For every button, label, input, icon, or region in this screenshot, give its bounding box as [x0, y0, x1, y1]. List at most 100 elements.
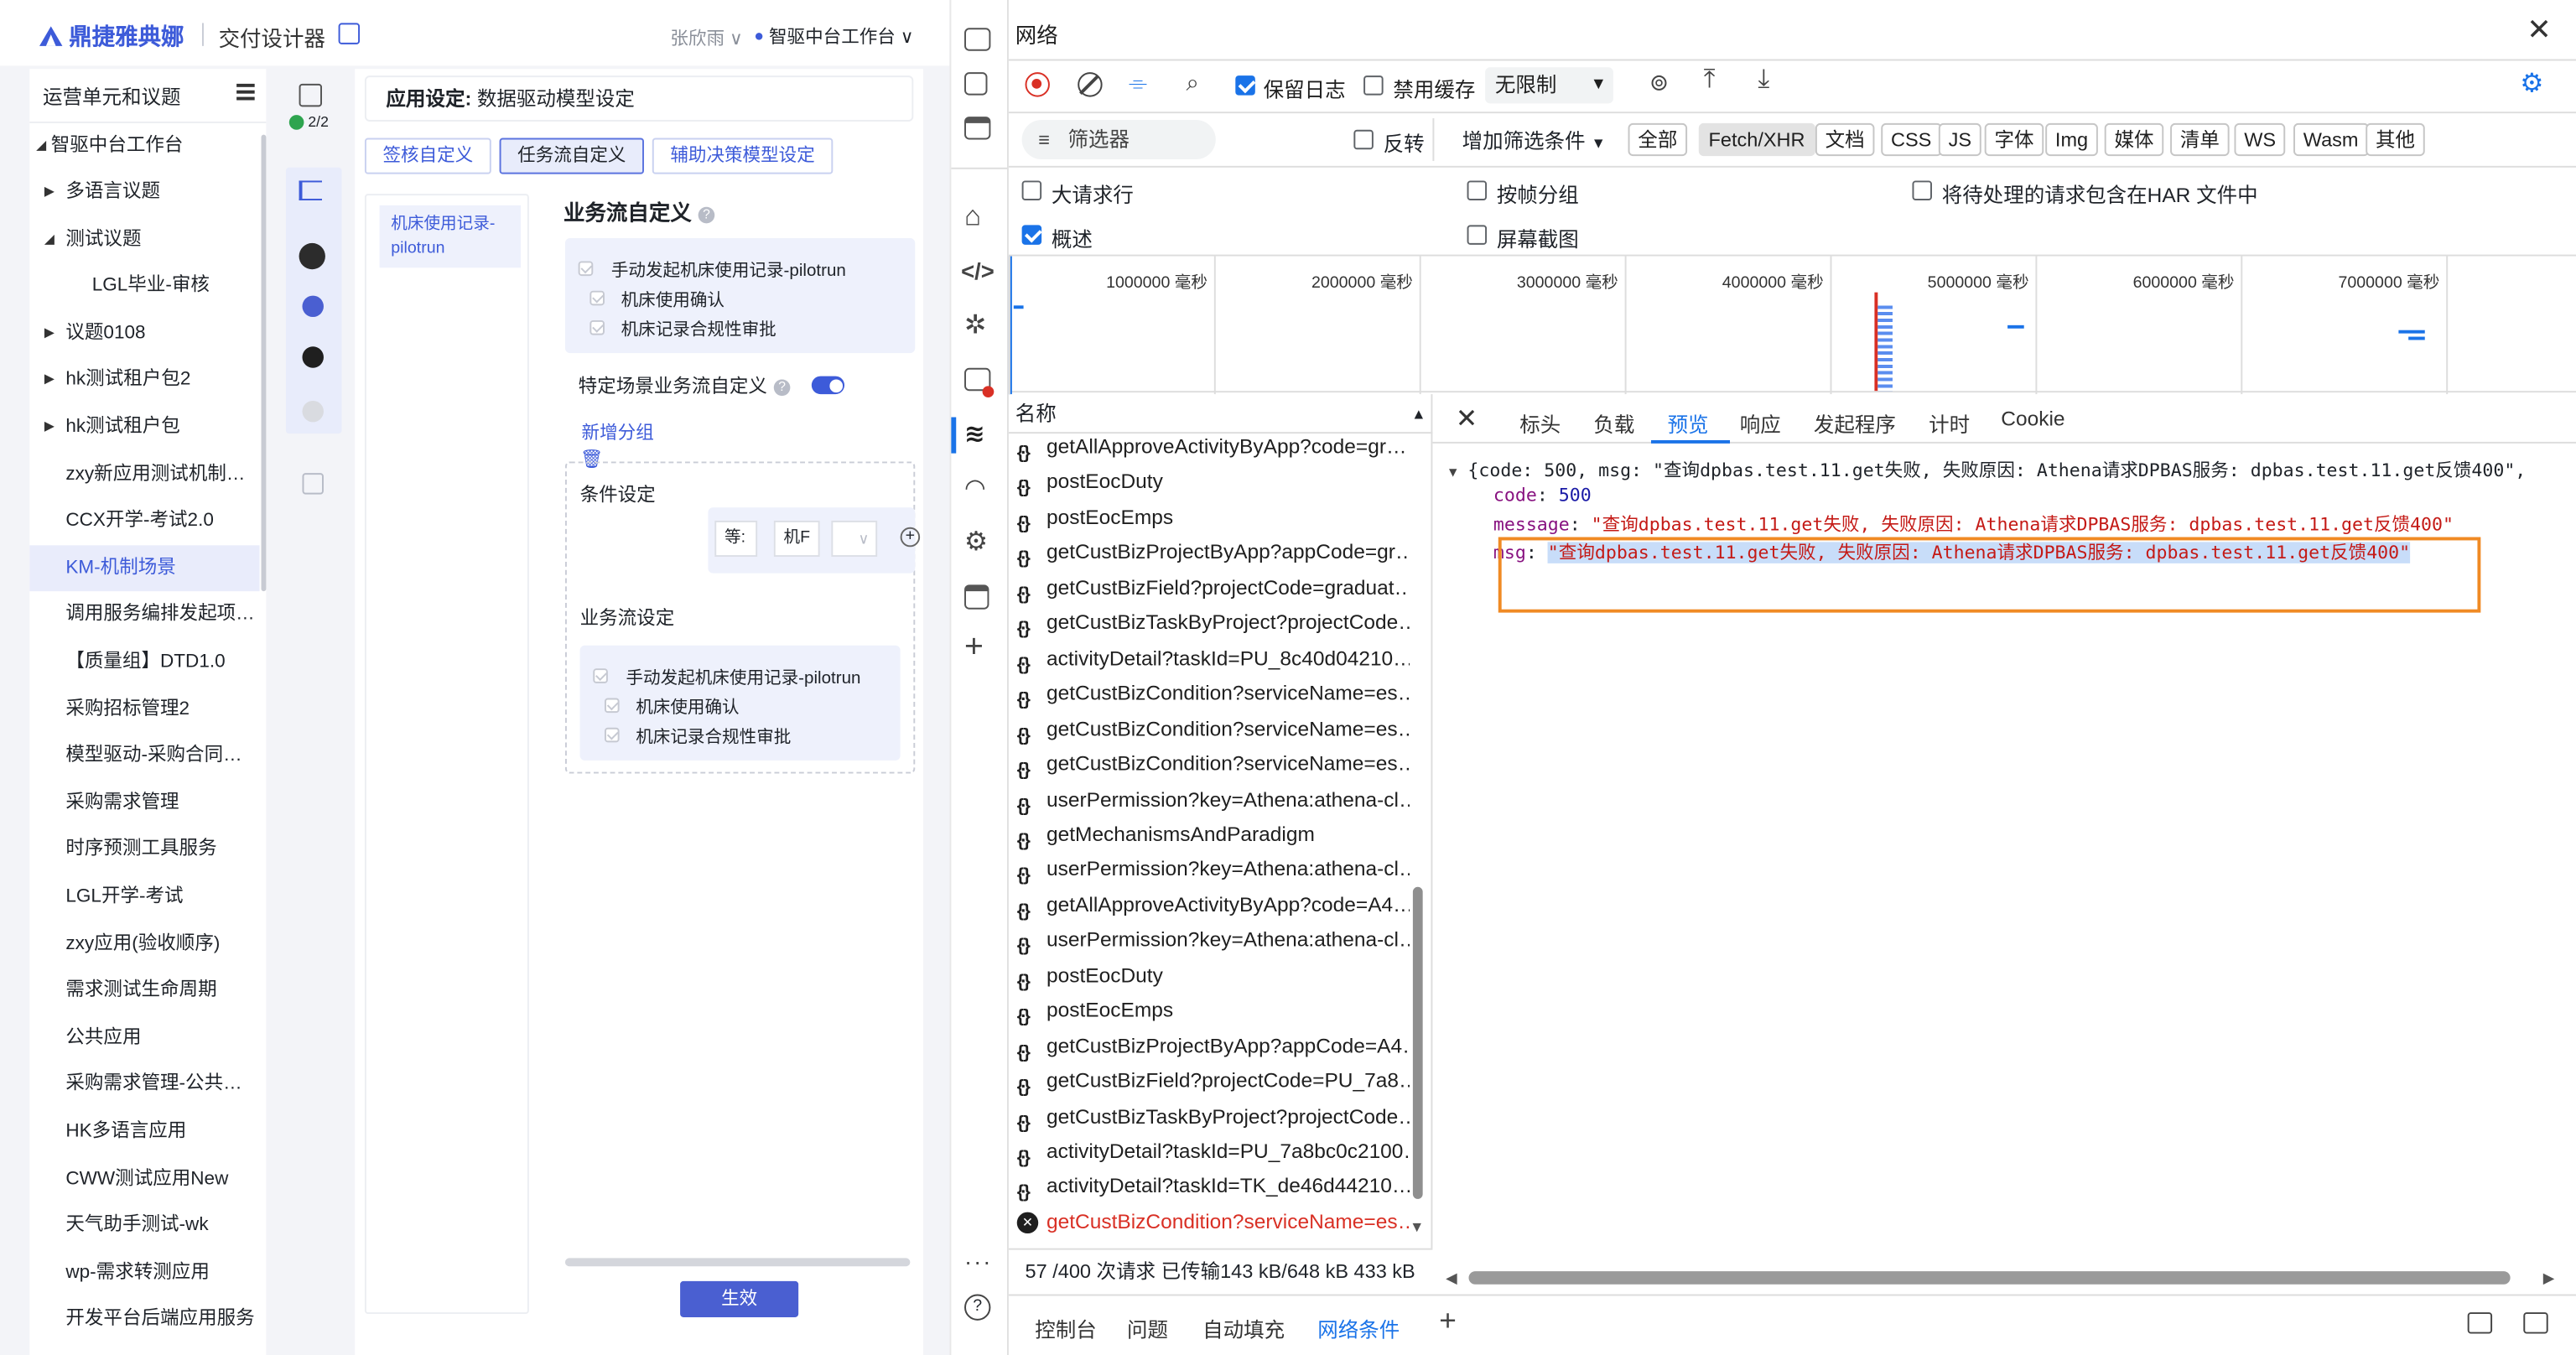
drawer-tab-2[interactable]: 自动填充	[1202, 1312, 1285, 1343]
sidebar-root-item[interactable]: ◢ 智驱中台工作台	[29, 123, 259, 169]
doc-icon[interactable]	[302, 473, 324, 495]
workspace-dropdown[interactable]: ● 智驱中台工作台 ∨	[754, 23, 913, 49]
request-row[interactable]: {·} getCustBizField?projectCode=PU_7a8…	[1009, 1064, 1410, 1099]
detail-tab-5[interactable]: 计时	[1929, 408, 1970, 439]
apply-button[interactable]: 生效	[680, 1280, 799, 1317]
operator-select[interactable]: 等:	[714, 520, 758, 558]
sidebar-item[interactable]: LGL毕业-审核	[29, 263, 259, 309]
sidebar-item[interactable]: 开发平台后端应用服务	[29, 1296, 259, 1342]
drawer-tab-3[interactable]: 网络条件	[1317, 1312, 1400, 1343]
detail-tab-4[interactable]: 发起程序	[1814, 408, 1896, 439]
request-row[interactable]: {·} getCustBizTaskByProject?projectCode…	[1009, 1100, 1410, 1135]
request-list-scrollbar[interactable]	[1412, 886, 1423, 1199]
wifi-icon[interactable]: ≋	[964, 418, 985, 448]
sidebar-item[interactable]: 公共应用	[29, 1015, 259, 1061]
value-select[interactable]: ∨	[831, 520, 878, 558]
request-row[interactable]: ✕ getCustBizCondition?serviceName=es…	[1009, 1206, 1410, 1241]
add-group-link[interactable]: 新增分组	[582, 418, 654, 444]
bug-icon[interactable]: ✲	[964, 309, 986, 341]
detail-scrollbar[interactable]	[1468, 1271, 2511, 1285]
overview-checkbox[interactable]	[1021, 225, 1042, 245]
check-circle-icon[interactable]	[302, 346, 324, 368]
app-logo[interactable]: 鼎捷雅典娜	[39, 20, 184, 53]
sidebar-item[interactable]: 模型驱动-采购合同…	[29, 733, 259, 779]
close-detail-icon[interactable]: ✕	[1456, 402, 1478, 435]
screenshot-icon[interactable]	[964, 72, 988, 96]
request-row[interactable]: {·} postEocDuty	[1009, 958, 1410, 994]
settings-gear-icon[interactable]: ⚙	[2520, 67, 2543, 100]
big-rows-checkbox[interactable]	[1021, 180, 1042, 200]
request-row[interactable]: {·} getCustBizProjectByApp?appCode=A4…	[1009, 1029, 1410, 1064]
json-code-row[interactable]: code: 500	[1493, 485, 1592, 506]
sidebar-item[interactable]: 采购需求管理-公共…	[29, 1062, 259, 1108]
code-icon[interactable]: </>	[961, 258, 995, 284]
list-icon[interactable]	[338, 23, 361, 44]
menu-icon[interactable]	[236, 83, 255, 101]
sidebar-item[interactable]: wp-需求转测应用	[29, 1249, 259, 1295]
sidebar-item[interactable]: zxy新应用测试机制…	[29, 451, 259, 497]
expand-drawer-icon[interactable]	[2523, 1312, 2548, 1334]
disable-cache-checkbox[interactable]	[1363, 75, 1384, 96]
sidebar-item[interactable]: 时序预测工具服务	[29, 827, 259, 873]
type-filter-1[interactable]: Fetch/XHR	[1698, 122, 1815, 157]
name-column-header[interactable]: 名称 ▲	[1008, 394, 1433, 434]
upload-icon[interactable]: ⤒	[1704, 65, 1716, 95]
more-filters-dropdown[interactable]: 增加筛选条件 ▼	[1462, 123, 1606, 154]
more-icon[interactable]: ···	[964, 1249, 992, 1275]
qr-icon[interactable]	[299, 83, 322, 107]
application-icon[interactable]	[964, 584, 989, 610]
window-icon[interactable]	[964, 117, 991, 140]
detail-tab-0[interactable]: 标头	[1519, 408, 1561, 439]
drawer-tab-1[interactable]: 问题	[1127, 1312, 1168, 1343]
sidebar-item[interactable]: ▶ 议题0108	[29, 310, 259, 356]
help-icon[interactable]: ?	[773, 379, 791, 397]
type-filter-7[interactable]: 媒体	[2104, 122, 2164, 157]
type-filter-6[interactable]: Img	[2045, 122, 2098, 157]
tab-1[interactable]: 任务流自定义	[499, 138, 644, 174]
type-filter-8[interactable]: 清单	[2170, 122, 2230, 157]
clear-icon[interactable]	[1078, 72, 1103, 97]
fetch-filter-icon[interactable]: ⌯	[1129, 69, 1147, 96]
invert-checkbox[interactable]	[1353, 129, 1374, 150]
request-row[interactable]: {·} activityDetail?taskId=TK_de46d44210…	[1009, 1171, 1410, 1206]
detail-tab-2[interactable]: 预览	[1668, 408, 1709, 439]
equal-circle-icon[interactable]	[299, 242, 325, 270]
detail-tab-6[interactable]: Cookie	[2001, 408, 2064, 430]
request-row[interactable]: {·} getCustBizTaskByProject?projectCode…	[1009, 606, 1410, 641]
dock-icon[interactable]	[2467, 1312, 2493, 1334]
group-by-frame-checkbox[interactable]	[1467, 180, 1488, 200]
sidebar-item[interactable]: 天气助手测试-wk	[29, 1202, 259, 1249]
special-flow-toggle[interactable]	[811, 376, 845, 395]
sidebar-item[interactable]: zxy应用(验收顺序)	[29, 921, 259, 967]
preserve-log-checkbox[interactable]	[1235, 75, 1255, 96]
tab-2[interactable]: 辅助决策模型设定	[652, 138, 834, 174]
detail-tab-1[interactable]: 负载	[1593, 408, 1634, 439]
gear-icon[interactable]: ⚙	[964, 526, 988, 558]
request-row[interactable]: {·} userPermission?key=Athena:athena-cl…	[1009, 923, 1410, 958]
screenshots-checkbox[interactable]	[1467, 225, 1488, 245]
chart-circle-icon[interactable]	[302, 295, 324, 318]
record-icon[interactable]	[1025, 72, 1050, 97]
sidebar-item[interactable]: 采购招标管理2	[29, 686, 259, 732]
request-row[interactable]: {·} postEocDuty	[1009, 465, 1410, 501]
help-icon[interactable]: ?	[964, 1294, 991, 1321]
scroll-down-icon[interactable]: ▼	[1410, 1218, 1424, 1235]
sidebar-item[interactable]: CWW测试应用New	[29, 1155, 259, 1202]
request-row[interactable]: {·} postEocEmps	[1009, 501, 1410, 536]
step-checkbox[interactable]	[589, 319, 605, 335]
user-dropdown[interactable]: 张欣雨 ∨	[670, 24, 742, 50]
scroll-right-icon[interactable]: ▶	[2543, 1269, 2555, 1288]
request-row[interactable]: {·} activityDetail?taskId=PU_7a8bc0c2100…	[1009, 1135, 1410, 1171]
type-filter-0[interactable]: 全部	[1628, 122, 1688, 157]
sidebar-item[interactable]: 需求测试生命周期	[29, 968, 259, 1014]
request-row[interactable]: {·} userPermission?key=Athena:athena-cl…	[1009, 853, 1410, 888]
type-filter-11[interactable]: 其他	[2366, 122, 2425, 157]
type-filter-4[interactable]: JS	[1938, 122, 1981, 157]
type-filter-9[interactable]: WS	[2234, 122, 2286, 157]
type-filter-10[interactable]: Wasm	[2293, 122, 2369, 157]
home-icon[interactable]: ⌂	[964, 200, 981, 233]
step-checkbox[interactable]	[578, 261, 594, 277]
filter-input[interactable]: ≡ 筛选器	[1021, 119, 1216, 160]
list-circle-icon[interactable]	[302, 400, 324, 423]
scroll-left-icon[interactable]: ◀	[1446, 1269, 1457, 1288]
